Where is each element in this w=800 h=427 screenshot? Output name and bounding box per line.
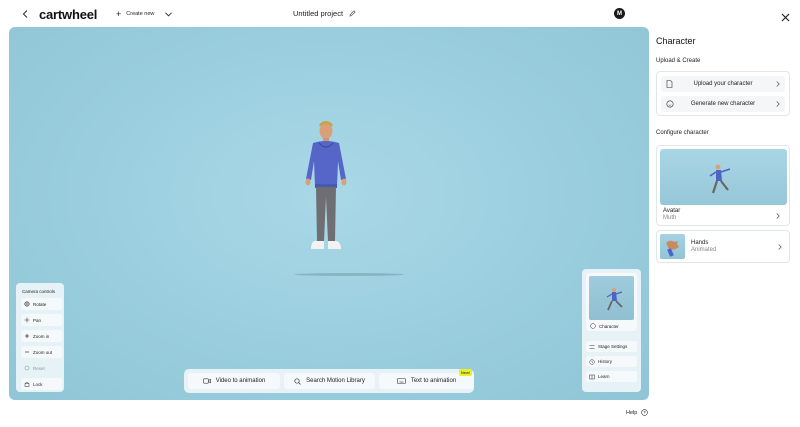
lock-icon [24, 381, 30, 387]
help-button[interactable]: Help [626, 409, 649, 416]
character-label: Character [599, 323, 619, 329]
history-button[interactable]: History [586, 356, 637, 367]
character-thumbnail [589, 276, 634, 320]
back-icon[interactable] [19, 7, 31, 20]
hands-subtitle: Animated [691, 247, 717, 253]
zoom-out-button[interactable]: Zoom out [21, 346, 62, 358]
history-label: History [598, 359, 613, 364]
lock-label: Lock [33, 381, 43, 387]
reset-icon [24, 365, 30, 371]
camera-controls-panel: Camera controls Rotate Pan Zoom in Zoom … [16, 283, 64, 392]
chevron-right-icon [776, 213, 780, 219]
zoom-out-label: Zoom out [33, 349, 53, 355]
user-avatar[interactable]: M [614, 8, 625, 19]
project-title-text: Untitled project [293, 9, 344, 18]
video-to-animation-button[interactable]: Video to animation [188, 373, 280, 389]
reset-label: Reset [33, 365, 45, 371]
learn-label: Learn [598, 374, 610, 379]
cartwheel-logo[interactable]: cartwheel [39, 7, 97, 22]
configure-section-label: Configure character [656, 130, 709, 136]
avatar-subtitle: Muth [663, 215, 677, 221]
avatar-title: Avatar [663, 208, 681, 214]
panel-title: Character [656, 36, 696, 46]
lock-button[interactable]: Lock [21, 378, 62, 390]
character-card[interactable]: Character [586, 273, 637, 331]
stage-settings-button[interactable]: Stage Settings [586, 341, 637, 352]
generate-character-button[interactable]: Generate new character [661, 96, 785, 112]
pan-icon [24, 317, 30, 323]
reset-button[interactable]: Reset [21, 362, 62, 374]
video-icon [202, 378, 211, 384]
character-figure [305, 121, 347, 249]
learn-button[interactable]: Learn [586, 371, 637, 382]
rotate-icon [24, 301, 30, 307]
create-new-label: Create new [126, 11, 155, 17]
help-label: Help [626, 409, 638, 416]
history-icon [589, 358, 595, 365]
chevron-right-icon [778, 243, 782, 250]
pan-label: Pan [33, 317, 42, 323]
avatar-preview-image [660, 149, 787, 205]
question-icon [641, 409, 649, 416]
chevron-down-icon [165, 11, 173, 17]
sliders-icon [589, 344, 595, 349]
project-title[interactable]: Untitled project [293, 9, 356, 18]
text-to-animation-label: Text to animation [410, 378, 457, 384]
generate-character-label: Generate new character [690, 101, 756, 107]
character-stage[interactable] [9, 27, 649, 400]
pencil-icon[interactable] [349, 10, 356, 17]
search-motion-library-label: Search Motion Library [306, 378, 365, 384]
text-to-animation-button[interactable]: Text to animation New! [379, 369, 474, 389]
keyboard-icon [397, 378, 406, 384]
pan-button[interactable]: Pan [21, 314, 62, 326]
avatar-card[interactable]: Avatar Muth [656, 145, 790, 226]
zoom-out-icon [25, 351, 29, 353]
upload-section-label: Upload & Create [656, 58, 701, 64]
floor-shadow [294, 273, 404, 276]
rotate-label: Rotate [33, 301, 47, 307]
search-motion-library-button[interactable]: Search Motion Library [284, 373, 375, 389]
zoom-in-button[interactable]: Zoom in [21, 330, 62, 342]
hands-title: Hands [691, 240, 709, 246]
upload-character-label: Upload your character [693, 81, 753, 87]
hands-card[interactable]: Hands Animated [656, 230, 790, 263]
plus-icon: + [116, 8, 122, 19]
create-new-button[interactable]: + Create new [116, 7, 173, 21]
animation-action-bar: Video to animation Search Motion Library… [184, 369, 474, 393]
top-bar: cartwheel + Create new Untitled project … [0, 0, 800, 27]
zoom-in-icon [25, 334, 29, 338]
upload-character-button[interactable]: Upload your character [661, 76, 785, 92]
smiley-icon [590, 323, 596, 329]
new-badge: New! [458, 369, 472, 376]
book-icon [589, 374, 595, 379]
close-icon[interactable] [781, 9, 790, 22]
upload-create-box: Upload your character Generate new chara… [656, 71, 790, 116]
rotate-button[interactable]: Rotate [21, 298, 62, 310]
camera-controls-title: Camera controls [22, 289, 56, 294]
search-icon [294, 377, 301, 385]
stage-side-panel: Character Stage Settings History Learn [582, 269, 641, 392]
stage-settings-label: Stage Settings [598, 344, 628, 349]
video-to-animation-label: Video to animation [215, 378, 266, 384]
zoom-in-label: Zoom in [33, 333, 50, 339]
hands-preview-image [660, 234, 685, 259]
